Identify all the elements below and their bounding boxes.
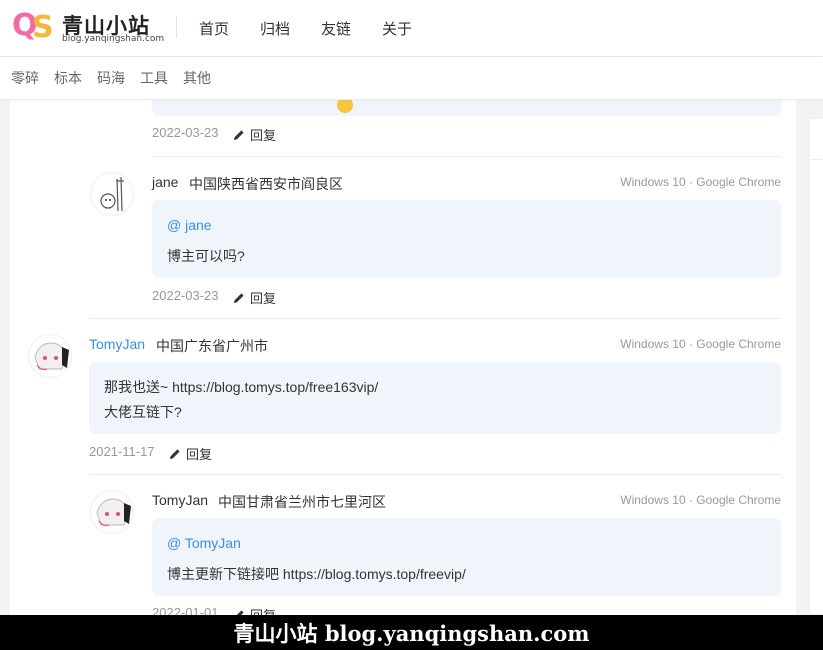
comments-panel: 2022-03-23 回复 jane 中国陕西省西安市阎良区 Windows 1… [10,100,796,615]
main-nav: 首页 归档 友链 关于 [199,0,443,57]
logo-divider [176,16,177,38]
avatar[interactable] [28,334,72,378]
comment-date: 2022-03-23 [152,288,219,303]
comment-bubble: @ TomyJan 博主更新下链接吧 https://blog.tomys.to… [152,518,781,596]
category-link[interactable]: 标本 [54,68,82,88]
comment-text: 大佬互链下? [104,404,182,420]
comment-author: TomyJan [152,492,209,508]
reply-button[interactable]: 回复 [233,288,276,307]
pencil-icon [170,448,180,459]
comment-bubble [152,100,781,116]
comment-location: 中国陕西省西安市阎良区 [189,176,343,192]
comment-date: 2022-01-01 [152,605,219,615]
comment-mention[interactable]: @ jane [167,217,212,233]
reply-label: 回复 [186,447,213,462]
comment-text: 博主可以吗? [167,248,245,264]
anime-avatar-icon [34,342,69,371]
comment-mention[interactable]: @ TomyJan [167,535,241,551]
category-link[interactable]: 零碎 [11,68,39,88]
reply-label: 回复 [250,605,276,615]
comment-author: jane [152,174,179,190]
comment-date: 2021-11-17 [89,444,155,459]
nav-archive[interactable]: 归档 [260,18,290,39]
sidebar-divider [810,159,823,160]
pencil-icon [234,292,244,303]
reply-label: 回复 [250,128,277,143]
comment-bubble: 那我也送~ https://blog.tomys.top/free163vip/… [89,362,781,434]
anime-avatar-icon [96,498,131,527]
reply-button[interactable]: 回复 [233,125,276,144]
comment-user-agent: Windows 10 · Google Chrome [620,175,781,189]
comment-user-agent: Windows 10 · Google Chrome [620,337,781,351]
nav-home[interactable]: 首页 [199,18,229,39]
comment-text: 博主更新下链接吧 https://blog.tomys.top/freevip/ [167,566,466,582]
comment-bubble: @ jane 博主可以吗? [152,200,781,278]
sidebar-card [809,118,823,615]
watermark-banner: 青山小站 blog.yanqingshan.com [0,615,823,650]
nav-about[interactable]: 关于 [382,18,412,39]
comment-user-agent: Windows 10 · Google Chrome [620,493,781,507]
avatar[interactable] [90,490,134,534]
comment-author-link[interactable]: TomyJan [89,336,145,352]
comment-divider [152,156,781,157]
emoji-icon [337,100,353,113]
site-logo[interactable]: Q S 青山小站 blog.yanqingshan.com [12,8,165,48]
comment-text: 那我也送~ https://blog.tomys.top/free163vip/ [104,379,379,395]
logo-mark-s: S [32,10,54,45]
comment-divider [89,474,781,475]
category-bar: 零碎 标本 码海 工具 其他 [0,57,823,100]
reply-label: 回复 [250,291,277,306]
logo-mark: Q S [12,8,60,46]
comment-date: 2022-03-23 [152,125,219,140]
comment-location: 中国甘肃省兰州市七里河区 [218,494,386,510]
reply-button[interactable]: 回复 [233,605,276,615]
pencil-icon [234,129,244,140]
comment-location: 中国广东省广州市 [156,338,268,354]
category-link[interactable]: 码海 [97,68,125,88]
cartoon-avatar-icon [100,176,124,212]
logo-subtitle: blog.yanqingshan.com [62,34,165,44]
comment-divider [89,318,781,319]
category-link[interactable]: 其他 [183,68,211,88]
avatar[interactable] [90,172,134,216]
reply-button[interactable]: 回复 [169,444,212,463]
nav-friends[interactable]: 友链 [321,18,351,39]
top-navbar: Q S 青山小站 blog.yanqingshan.com 首页 归档 友链 关… [0,0,823,57]
category-link[interactable]: 工具 [140,68,168,88]
